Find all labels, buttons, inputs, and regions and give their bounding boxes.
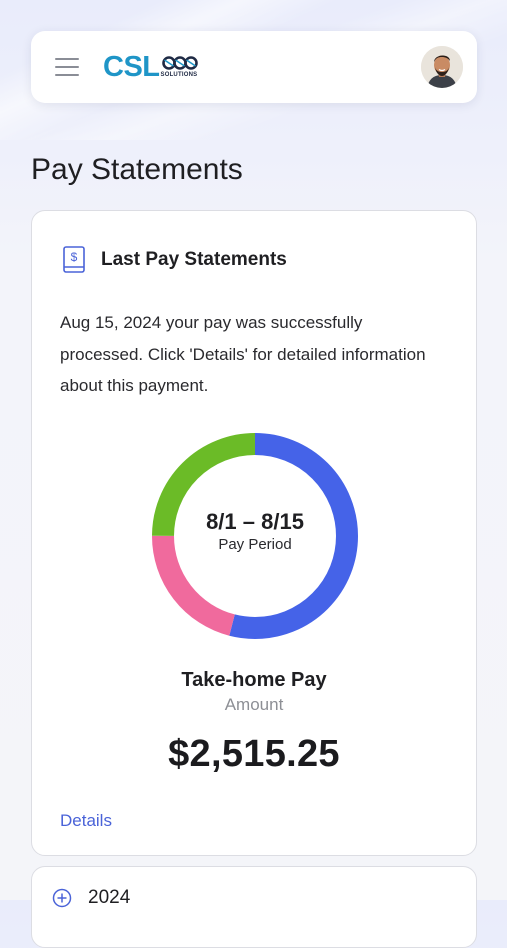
year-2024-toggle[interactable]: 2024 [52, 887, 130, 909]
hamburger-menu-icon[interactable] [55, 58, 79, 76]
svg-text:$: $ [71, 250, 78, 264]
logo-mark: SOLUTIONS [161, 52, 201, 82]
avatar-portrait [421, 46, 463, 88]
top-navigation-bar: CSL SOLUTIONS [31, 31, 477, 103]
card-header: $ Last Pay Statements [62, 245, 287, 275]
logo-infinity-icon [161, 56, 198, 70]
amount-value: $2,515.25 [168, 733, 340, 775]
dollar-document-icon: $ [63, 246, 85, 273]
company-logo[interactable]: CSL SOLUTIONS [103, 52, 201, 84]
details-link[interactable]: Details [60, 811, 112, 831]
card-title: Last Pay Statements [101, 249, 287, 270]
pay-period-range: 8/1 – 8/15 [206, 509, 304, 534]
year-2024-card: 2024 [31, 866, 477, 948]
amount-label: Amount [224, 695, 284, 714]
logo-text: CSL [103, 51, 160, 83]
user-avatar[interactable] [421, 46, 463, 88]
pay-period-donut-chart: 8/1 – 8/15 Pay Period [150, 431, 360, 641]
donut-center-label: 8/1 – 8/15 Pay Period [150, 509, 360, 555]
logo-subtext: SOLUTIONS [160, 72, 198, 78]
take-home-pay-label: Take-home Pay [181, 669, 327, 691]
payment-description: Aug 15, 2024 your pay was successfully p… [60, 313, 426, 395]
year-label: 2024 [88, 887, 131, 908]
pay-period-label: Pay Period [218, 536, 292, 553]
plus-circle-icon [52, 888, 72, 908]
last-pay-statement-card: $ Last Pay Statements Aug 15, 2024 your … [31, 210, 477, 856]
page-title: Pay Statements [31, 153, 243, 186]
